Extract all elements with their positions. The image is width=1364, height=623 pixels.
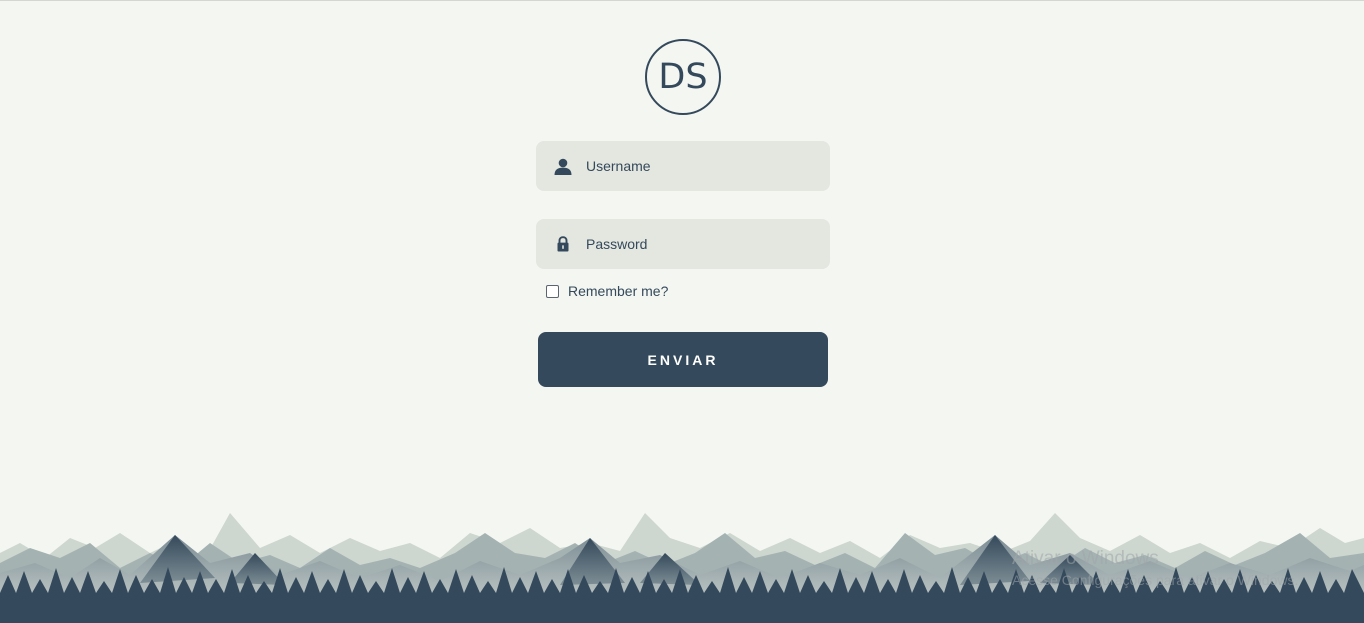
logo: DS xyxy=(645,39,721,115)
watermark-title: Ativar o Windows xyxy=(1012,548,1159,569)
top-border xyxy=(0,0,1364,1)
remember-label: Remember me? xyxy=(568,283,669,299)
logo-text: DS xyxy=(658,57,708,97)
lock-icon xyxy=(553,234,573,254)
remember-checkbox[interactable] xyxy=(546,284,559,298)
username-input[interactable] xyxy=(586,158,816,174)
password-input[interactable] xyxy=(586,236,816,252)
user-icon xyxy=(553,156,573,176)
username-field[interactable] xyxy=(536,141,830,191)
submit-button[interactable]: ENVIAR xyxy=(538,332,828,387)
windows-activation-watermark: Ativar o Windows Acesse Configurações pa… xyxy=(1012,548,1298,588)
password-field[interactable] xyxy=(536,219,830,269)
watermark-subtitle: Acesse Configurações para ativar o Windo… xyxy=(1012,572,1299,588)
remember-me[interactable]: Remember me? xyxy=(546,283,668,299)
